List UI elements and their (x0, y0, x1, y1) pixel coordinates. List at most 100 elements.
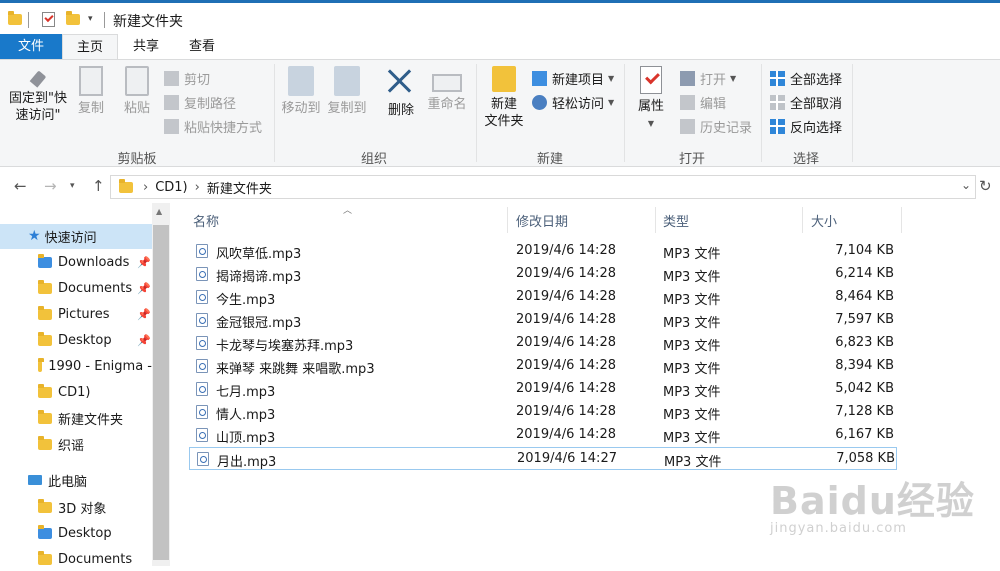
chevron-right-icon[interactable]: › (143, 180, 148, 195)
sidebar-item-pictures[interactable]: Pictures (38, 302, 109, 326)
mp3-file-icon (196, 267, 208, 281)
new-item-button[interactable]: 新建项目 ▼ (532, 67, 614, 89)
recent-locations-chevron-icon[interactable]: ▾ (70, 181, 75, 191)
invert-selection-button[interactable]: 反向选择 (770, 115, 842, 137)
column-header-name[interactable]: 名称 (193, 211, 219, 230)
mp3-file-icon (196, 244, 208, 258)
rename-button[interactable]: 重命名 (424, 66, 470, 113)
clipboard-icon (125, 66, 149, 96)
group-divider (852, 64, 853, 162)
file-size: 8,394 KB (835, 358, 894, 373)
copy-button[interactable]: 复制 (74, 66, 108, 117)
tab-home[interactable]: 主页 (62, 34, 118, 59)
sidebar-item-pc-desktop[interactable]: Desktop (38, 521, 112, 545)
new-folder-label-line2: 文件夹 (484, 114, 524, 129)
sidebar-this-pc[interactable]: 此电脑 (28, 468, 87, 492)
tab-file[interactable]: 文件 (0, 34, 62, 59)
sort-ascending-icon: ︿ (343, 206, 353, 216)
paste-shortcut-label: 粘贴快捷方式 (184, 120, 263, 136)
file-size: 6,167 KB (835, 427, 894, 442)
file-name: 情人.mp3 (216, 408, 276, 423)
refresh-icon[interactable]: ↻ (979, 177, 992, 195)
column-divider[interactable] (802, 207, 803, 233)
sidebar-item-zhiyao[interactable]: 织谣 (38, 432, 84, 456)
window-folder-icon (8, 9, 22, 29)
paste-shortcut-button[interactable]: 粘贴快捷方式 (164, 115, 262, 137)
new-folder-qa-icon[interactable] (66, 9, 80, 29)
column-divider[interactable] (655, 207, 656, 233)
address-bar[interactable]: › CD1) › 新建文件夹 ⌄ (110, 175, 976, 199)
copy-to-button[interactable]: 复制到 (326, 66, 368, 117)
select-all-button[interactable]: 全部选择 (770, 67, 842, 89)
properties-qa-icon[interactable] (42, 9, 55, 29)
tab-share[interactable]: 共享 (124, 34, 168, 59)
open-button[interactable]: 打开 ▼ (680, 67, 736, 89)
table-row[interactable]: 情人.mp3 2019/4/6 14:28 MP3 文件 7,128 KB (189, 401, 897, 424)
table-row[interactable]: 今生.mp3 2019/4/6 14:28 MP3 文件 8,464 KB (189, 286, 897, 309)
breadcrumb-current-folder[interactable]: 新建文件夹 (207, 178, 272, 197)
easy-access-button[interactable]: 轻松访问 ▼ (532, 91, 614, 113)
cut-label: 剪切 (184, 72, 211, 88)
new-item-icon (532, 70, 547, 86)
file-type: MP3 文件 (663, 385, 721, 400)
title-separator (104, 12, 105, 28)
sidebar-quick-access[interactable]: ★ 快速访问 (28, 224, 97, 248)
new-folder-button[interactable]: 新建 文件夹 (482, 66, 526, 130)
copy-path-button[interactable]: 复制路径 (164, 91, 236, 113)
qa-customize-icon[interactable]: ▾ (88, 9, 93, 29)
sidebar-item-enigma[interactable]: 1990 - Enigma - (38, 354, 152, 378)
address-dropdown-icon[interactable]: ⌄ (961, 178, 971, 192)
tab-view[interactable]: 查看 (180, 34, 224, 59)
edit-button[interactable]: 编辑 (680, 91, 726, 113)
column-divider[interactable] (507, 207, 508, 233)
table-row[interactable]: 月出.mp3 2019/4/6 14:27 MP3 文件 7,058 KB (189, 447, 897, 470)
mp3-file-icon (197, 452, 209, 466)
history-button[interactable]: 历史记录 (680, 115, 752, 137)
chevron-right-icon[interactable]: › (195, 180, 200, 195)
table-row[interactable]: 金冠银冠.mp3 2019/4/6 14:28 MP3 文件 7,597 KB (189, 309, 897, 332)
sidebar-item-pc-documents[interactable]: Documents (38, 547, 132, 571)
invert-selection-label: 反向选择 (790, 120, 843, 136)
column-header-type[interactable]: 类型 (663, 211, 689, 230)
properties-button[interactable]: 属性 ▼ (632, 66, 670, 132)
column-header-size[interactable]: 大小 (811, 211, 837, 230)
organize-group-label: 组织 (360, 152, 387, 167)
select-none-button[interactable]: 全部取消 (770, 91, 842, 113)
edit-label: 编辑 (700, 96, 727, 112)
sidebar-item-documents[interactable]: Documents (38, 276, 132, 300)
cut-button[interactable]: 剪切 (164, 67, 210, 89)
table-row[interactable]: 山顶.mp3 2019/4/6 14:28 MP3 文件 6,167 KB (189, 424, 897, 447)
sidebar-scrollbar-thumb[interactable] (153, 225, 169, 560)
address-folder-icon (119, 178, 133, 193)
sidebar-item-label: Desktop (58, 332, 112, 348)
sidebar-item-cd1[interactable]: CD1) (38, 380, 90, 404)
sidebar-item-desktop[interactable]: Desktop (38, 328, 112, 352)
file-type: MP3 文件 (663, 362, 721, 377)
delete-button[interactable]: 删除 (384, 66, 418, 119)
table-row[interactable]: 来弹琴 来跳舞 来唱歌.mp3 2019/4/6 14:28 MP3 文件 8,… (189, 355, 897, 378)
column-header-date[interactable]: 修改日期 (516, 211, 568, 230)
folder-icon (38, 357, 45, 372)
table-row[interactable]: 风吹草低.mp3 2019/4/6 14:28 MP3 文件 7,104 KB (189, 240, 897, 263)
scroll-up-icon[interactable]: ▲ (156, 207, 162, 216)
back-arrow-icon[interactable]: ← (14, 177, 27, 195)
sidebar-item-label: 3D 对象 (58, 501, 107, 517)
up-arrow-icon[interactable]: ↑ (92, 177, 105, 195)
forward-arrow-icon[interactable]: → (44, 177, 57, 195)
table-row[interactable]: 揭谛揭谛.mp3 2019/4/6 14:28 MP3 文件 6,214 KB (189, 263, 897, 286)
sidebar-item-downloads[interactable]: Downloads (38, 250, 129, 274)
breadcrumb-cd1[interactable]: CD1) (155, 180, 187, 195)
move-to-button[interactable]: 移动到 (280, 66, 322, 117)
column-divider[interactable] (901, 207, 902, 233)
sidebar-item-3d-objects[interactable]: 3D 对象 (38, 495, 106, 519)
ribbon: 固定到"快 速访问" 复制 粘贴 剪切 复制路径 粘贴快捷方式 剪贴板 移动到 … (0, 59, 1000, 167)
table-row[interactable]: 卡龙琴与埃塞苏拜.mp3 2019/4/6 14:28 MP3 文件 6,823… (189, 332, 897, 355)
table-row[interactable]: 七月.mp3 2019/4/6 14:28 MP3 文件 5,042 KB (189, 378, 897, 401)
file-date: 2019/4/6 14:28 (516, 266, 616, 281)
file-name: 山顶.mp3 (216, 431, 276, 446)
pin-quick-access-button[interactable]: 固定到"快 速访问" (6, 66, 70, 124)
sidebar-item-new-folder[interactable]: 新建文件夹 (38, 406, 123, 430)
properties-icon (640, 66, 662, 94)
file-size: 7,597 KB (835, 312, 894, 327)
paste-button[interactable]: 粘贴 (120, 66, 154, 117)
